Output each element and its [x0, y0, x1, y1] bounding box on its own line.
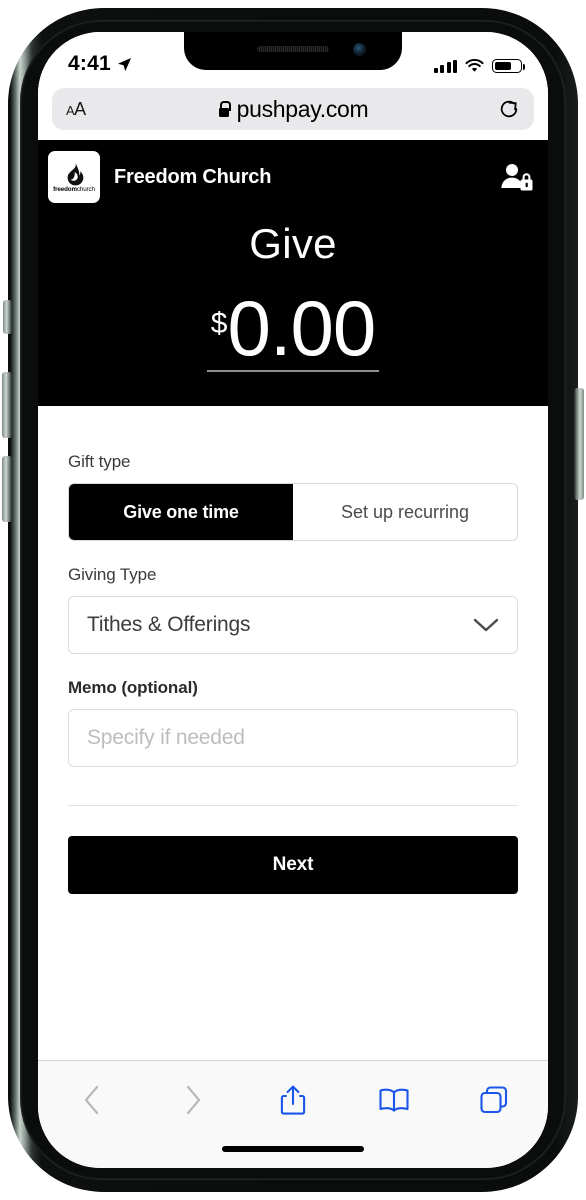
flame-icon: [67, 161, 83, 186]
chevron-down-icon: [473, 619, 499, 632]
url-display: pushpay.com: [52, 96, 534, 123]
text-size-button[interactable]: AA: [66, 99, 86, 120]
gift-form: Gift type Give one time Set up recurring…: [38, 406, 548, 807]
safari-toolbar: [38, 1060, 548, 1168]
giving-type-select[interactable]: Tithes & Offerings: [68, 596, 518, 655]
location-arrow-icon: [117, 57, 131, 71]
memo-label: Memo (optional): [68, 678, 198, 698]
give-hero: Give $ 0.00: [38, 214, 548, 407]
org-logo-wordmark: freedomchurch: [53, 185, 95, 193]
memo-field: Memo (optional) Specify if needed: [68, 678, 518, 768]
share-icon: [280, 1085, 306, 1115]
amount-input[interactable]: $ 0.00: [206, 283, 380, 373]
earpiece-speaker: [257, 46, 329, 52]
safari-url-bar-container: AA pushpay.com: [38, 82, 548, 140]
tabs-button[interactable]: [474, 1080, 514, 1120]
reload-icon[interactable]: [498, 98, 520, 120]
giving-type-value: Tithes & Offerings: [87, 613, 251, 637]
share-button[interactable]: [273, 1080, 313, 1120]
currency-symbol: $: [210, 306, 228, 340]
volume-down-button[interactable]: [2, 456, 12, 522]
gift-type-option-one-time[interactable]: Give one time: [69, 484, 293, 541]
back-button[interactable]: [72, 1080, 112, 1120]
power-button[interactable]: [574, 388, 584, 500]
form-footer: Next: [38, 806, 548, 929]
amount-value: 0.00: [227, 283, 376, 372]
safari-toolbar-icons: [38, 1061, 548, 1125]
chevron-right-icon: [186, 1085, 200, 1115]
gift-type-field: Gift type Give one time Set up recurring: [68, 452, 518, 542]
silent-switch-button[interactable]: [3, 300, 12, 334]
org-logo: freedomchurch: [48, 151, 100, 203]
volume-up-button[interactable]: [2, 372, 12, 438]
bookmarks-button[interactable]: [374, 1080, 414, 1120]
gift-type-label: Gift type: [68, 452, 131, 472]
phone-screen: 4:41 AA pushpay.com freedomchurch Freedo…: [38, 32, 548, 1168]
web-page: freedomchurch Freedom Church Give $ 0.00…: [38, 140, 548, 929]
home-indicator: [222, 1146, 364, 1152]
forward-button[interactable]: [173, 1080, 213, 1120]
front-camera: [353, 43, 366, 56]
next-button[interactable]: Next: [68, 836, 518, 895]
status-bar-indicators: [433, 59, 525, 76]
memo-input[interactable]: Specify if needed: [68, 709, 518, 768]
cellular-signal-icon: [433, 60, 457, 73]
tabs-icon: [480, 1086, 508, 1114]
app-header: freedomchurch Freedom Church: [38, 140, 548, 214]
url-text: pushpay.com: [236, 95, 369, 122]
status-bar-time: 4:41: [68, 52, 111, 75]
wifi-icon: [465, 59, 484, 72]
book-icon: [378, 1088, 409, 1112]
memo-placeholder: Specify if needed: [87, 726, 245, 750]
org-name: Freedom Church: [114, 165, 272, 188]
gift-type-option-recurring[interactable]: Set up recurring: [293, 484, 517, 541]
user-lock-icon[interactable]: [498, 162, 534, 192]
notch: [184, 32, 402, 70]
page-title: Give: [249, 220, 337, 267]
battery-icon: [492, 59, 525, 73]
giving-type-label: Giving Type: [68, 565, 157, 585]
giving-type-field: Giving Type Tithes & Offerings: [68, 565, 518, 655]
lock-icon: [218, 101, 231, 117]
gift-type-segmented-control: Give one time Set up recurring: [68, 483, 518, 542]
safari-url-bar[interactable]: AA pushpay.com: [52, 88, 534, 130]
screenshot-stage: 4:41 AA pushpay.com freedomchurch Freedo…: [0, 0, 586, 1200]
status-bar-time-group: 4:41: [68, 52, 132, 76]
chevron-left-icon: [84, 1085, 99, 1115]
